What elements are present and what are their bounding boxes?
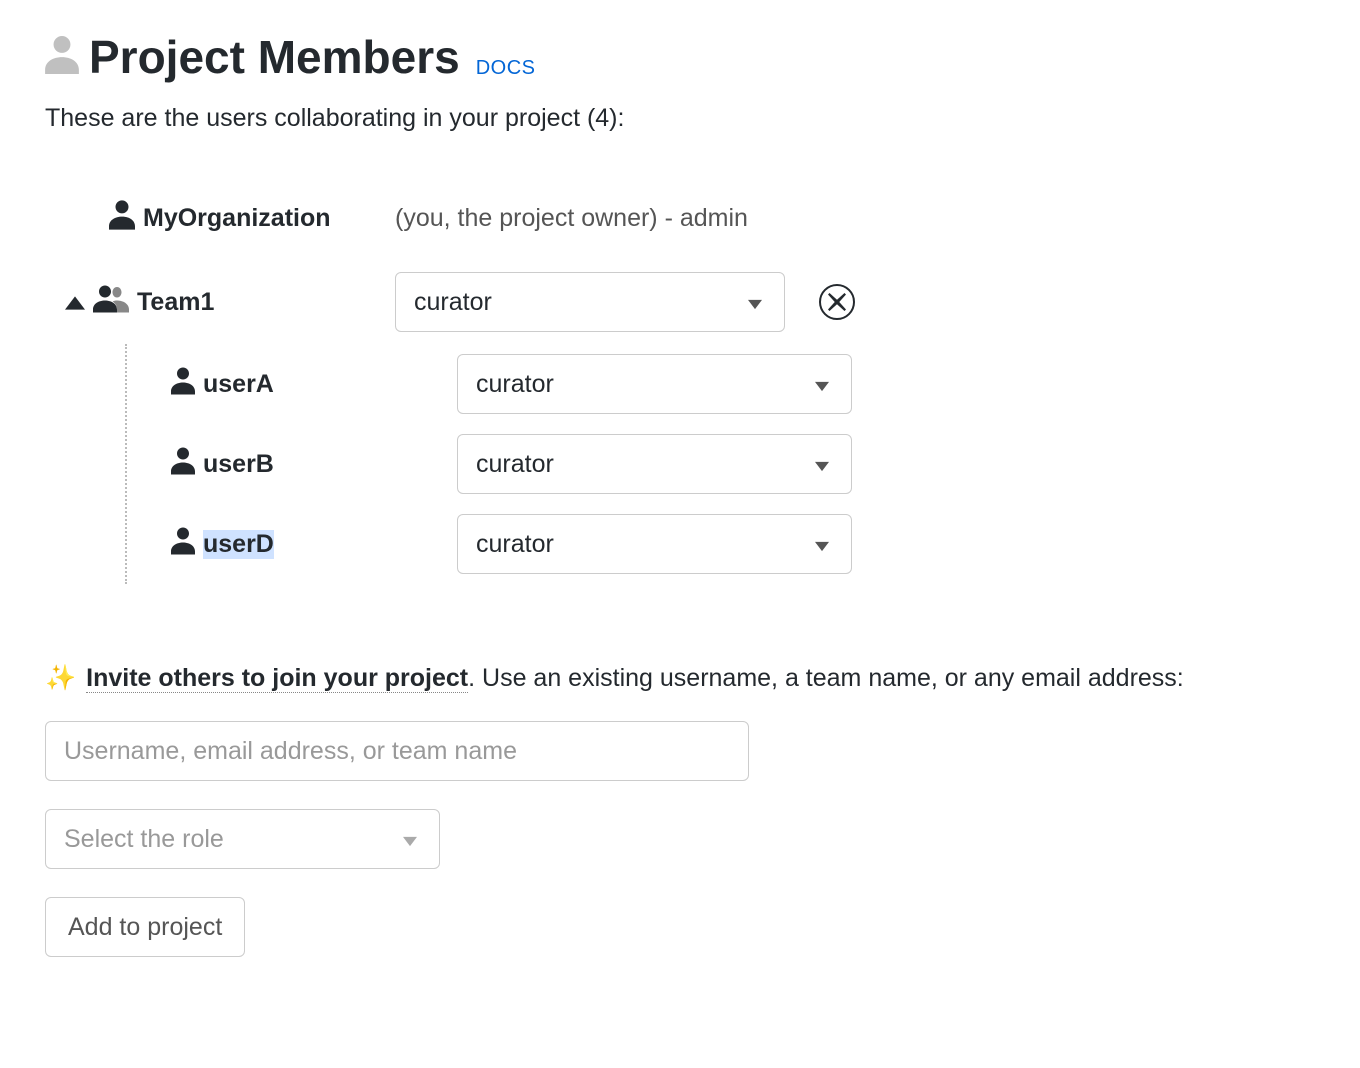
invite-role-select[interactable]: Select the role: [45, 809, 440, 869]
page-title: Project Members: [89, 30, 460, 84]
chevron-down-icon: [815, 530, 829, 559]
page-title-group: Project Members: [45, 30, 460, 84]
person-icon: [171, 447, 195, 482]
member-name-cell: userD: [167, 527, 457, 562]
invite-heading: ✨ Invite others to join your project. Us…: [45, 664, 1315, 693]
person-icon: [171, 527, 195, 562]
member-role-select[interactable]: curator: [457, 354, 852, 414]
owner-meta: (you, the project owner) - admin: [395, 204, 748, 233]
close-icon: [828, 293, 846, 311]
team-name: Team1: [137, 288, 214, 317]
person-icon: [171, 367, 195, 402]
member-name-cell: userA: [167, 367, 457, 402]
remove-team-button[interactable]: [819, 284, 855, 320]
member-role-select[interactable]: curator: [457, 514, 852, 574]
person-icon: [45, 36, 79, 79]
team-member-row: userB curator: [167, 424, 1315, 504]
invite-heading-strong: Invite others to join your project: [86, 664, 468, 693]
team-row: Team1 curator: [55, 272, 1315, 332]
docs-link[interactable]: DOCS: [476, 57, 536, 80]
owner-row: MyOrganization (you, the project owner) …: [55, 188, 1315, 248]
chevron-down-icon: [815, 370, 829, 399]
members-list: MyOrganization (you, the project owner) …: [55, 188, 1315, 584]
invite-heading-rest: . Use an existing username, a team name,…: [468, 664, 1184, 692]
team-member-row: userA curator: [167, 344, 1315, 424]
invite-section: ✨ Invite others to join your project. Us…: [45, 664, 1315, 957]
add-to-project-button[interactable]: Add to project: [45, 897, 245, 957]
chevron-up-icon[interactable]: [65, 288, 85, 317]
chevron-down-icon: [403, 825, 417, 854]
sparkle-icon: ✨: [45, 664, 76, 693]
owner-name-cell: MyOrganization: [55, 200, 395, 237]
page-subtitle: These are the users collaborating in you…: [45, 104, 1315, 133]
team-member-row: userD curator: [167, 504, 1315, 584]
owner-name: MyOrganization: [143, 204, 331, 233]
team-icon: [93, 284, 129, 321]
chevron-down-icon: [748, 288, 762, 317]
person-icon: [109, 200, 135, 237]
team-name-cell: Team1: [55, 284, 395, 321]
member-name-cell: userB: [167, 447, 457, 482]
team-role-select[interactable]: curator: [395, 272, 785, 332]
member-name: userB: [203, 450, 274, 479]
member-role-value: curator: [476, 450, 554, 479]
member-role-value: curator: [476, 370, 554, 399]
member-role-value: curator: [476, 530, 554, 559]
member-name: userA: [203, 370, 274, 399]
member-name: userD: [203, 530, 274, 559]
member-role-select[interactable]: curator: [457, 434, 852, 494]
page-header: Project Members DOCS: [45, 30, 1315, 84]
team-role-value: curator: [414, 288, 492, 317]
invite-role-placeholder: Select the role: [64, 825, 224, 854]
chevron-down-icon: [815, 450, 829, 479]
team-children: userA curator userB curator: [125, 344, 1315, 584]
invite-input[interactable]: [45, 721, 749, 781]
